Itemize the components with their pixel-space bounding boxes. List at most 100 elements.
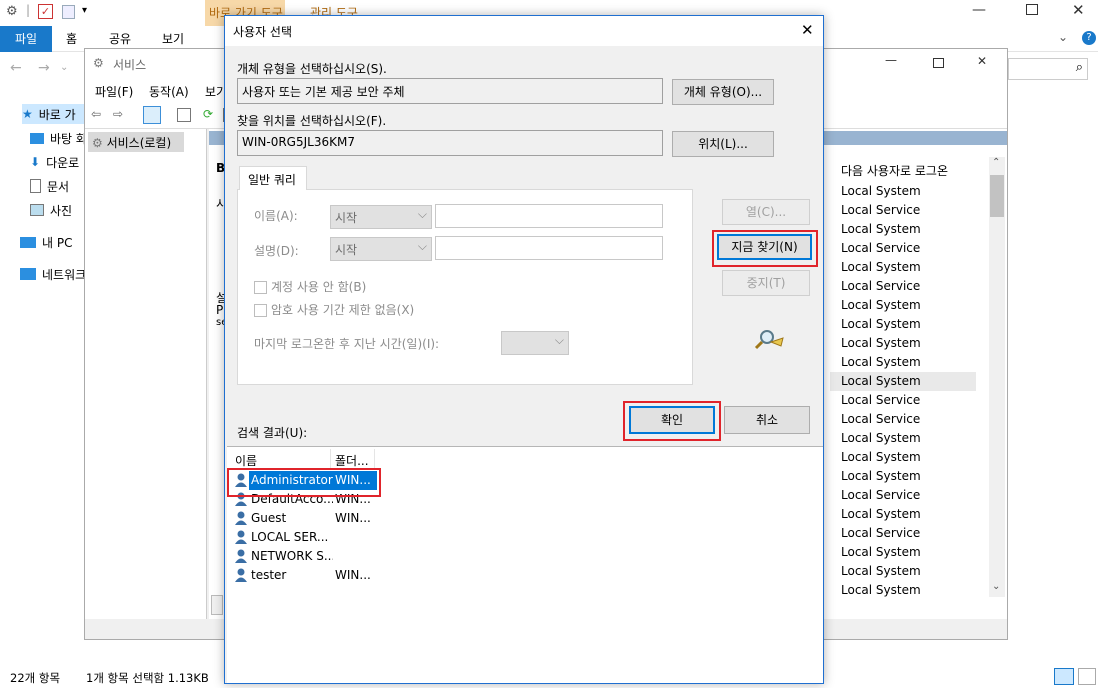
nav-quick-access[interactable]: ★ 바로 가 xyxy=(22,104,84,124)
vertical-scrollbar[interactable]: ⌃ ⌄ xyxy=(989,157,1005,597)
recent-dropdown-icon[interactable]: ⌄ xyxy=(60,62,68,73)
logon-cell[interactable]: Local Service xyxy=(830,277,976,296)
nav-pictures[interactable]: 사진 xyxy=(30,200,72,220)
logon-cell[interactable]: Local System xyxy=(830,182,976,201)
back-arrow-icon[interactable]: ← xyxy=(10,60,22,76)
logon-cell[interactable]: Local System xyxy=(830,467,976,486)
stop-button[interactable]: 중지(T) xyxy=(722,270,810,296)
ok-button[interactable]: 확인 xyxy=(629,406,715,434)
result-row[interactable]: Guest WIN... xyxy=(233,509,377,528)
result-row[interactable]: NETWORK S... xyxy=(233,547,377,566)
logon-cell[interactable]: Local Service xyxy=(830,391,976,410)
logon-cell[interactable]: Local System xyxy=(830,543,976,562)
group-user-icon xyxy=(233,529,249,545)
logon-cell[interactable]: Local System xyxy=(830,315,976,334)
desktop-icon xyxy=(30,132,44,144)
result-row[interactable]: tester WIN... xyxy=(233,566,377,585)
non-expiring-password-checkbox[interactable]: 암호 사용 기간 제한 없음(X) xyxy=(254,301,414,318)
logon-cell[interactable]: Local System xyxy=(830,296,976,315)
forward-arrow-icon[interactable]: → xyxy=(38,60,50,76)
logon-cell[interactable]: Local System xyxy=(830,334,976,353)
results-header-folder[interactable]: 폴더... xyxy=(331,449,375,469)
nav-documents[interactable]: 문서 xyxy=(30,176,69,196)
help-icon[interactable]: ? xyxy=(1082,31,1096,45)
result-folder: WIN... xyxy=(335,568,371,582)
logon-cell[interactable]: Local System xyxy=(830,581,976,600)
menu-file[interactable]: 파일(F) xyxy=(95,83,133,100)
location-label: 찾을 위치를 선택하십시오(F). xyxy=(237,114,387,128)
nav-network[interactable]: 네트워크 xyxy=(20,264,86,284)
nav-label: 바탕 화 xyxy=(50,131,87,146)
dialog-titlebar: 사용자 선택 ✕ xyxy=(225,16,823,46)
logon-cell[interactable]: Local System xyxy=(830,505,976,524)
new-folder-icon[interactable] xyxy=(62,5,75,19)
properties-icon[interactable]: ⚙ xyxy=(6,4,22,20)
logon-cell[interactable]: Local System xyxy=(830,448,976,467)
tiles-view-icon[interactable] xyxy=(1078,668,1096,685)
star-icon: ★ xyxy=(22,107,33,121)
checkbox-label: 암호 사용 기간 제한 없음(X) xyxy=(271,303,415,317)
nav-downloads[interactable]: ⬇ 다운로 xyxy=(30,152,79,172)
scroll-up-icon[interactable]: ⌃ xyxy=(992,157,1000,168)
columns-button[interactable]: 열(C)... xyxy=(722,199,810,225)
name-input[interactable] xyxy=(435,204,663,228)
refresh-icon[interactable]: ⟳ xyxy=(203,107,213,121)
logon-cell[interactable]: Local Service xyxy=(830,201,976,220)
logon-cell[interactable]: Local System xyxy=(830,353,976,372)
result-row[interactable]: LOCAL SER... xyxy=(233,528,377,547)
tab-common-queries[interactable]: 일반 쿼리 xyxy=(239,166,307,190)
nav-this-pc[interactable]: 내 PC xyxy=(20,232,72,252)
nav-label: 바로 가 xyxy=(38,107,76,122)
close-button[interactable]: ✕ xyxy=(1072,1,1085,19)
find-now-button[interactable]: 지금 찾기(N) xyxy=(717,234,812,260)
maximize-button[interactable] xyxy=(1026,4,1038,15)
cancel-button[interactable]: 취소 xyxy=(724,406,810,434)
results-header-name[interactable]: 이름 xyxy=(231,449,331,469)
result-name: tester xyxy=(251,568,287,582)
back-icon[interactable]: ⇦ xyxy=(91,107,101,121)
column-header-logon-as[interactable]: 다음 사용자로 로그온 xyxy=(830,158,990,182)
checkmark-icon[interactable]: ✓ xyxy=(38,4,53,19)
minimize-button[interactable]: — xyxy=(972,2,986,18)
ribbon-expand-icon[interactable]: ⌄ xyxy=(1058,30,1068,44)
menu-action[interactable]: 동작(A) xyxy=(149,83,189,100)
bottom-tab[interactable] xyxy=(211,595,223,615)
logon-cell[interactable]: Local System xyxy=(830,372,976,391)
disabled-accounts-checkbox[interactable]: 계정 사용 안 함(B) xyxy=(254,278,366,295)
search-box[interactable]: ⌕ xyxy=(1008,58,1088,80)
console-tree-icon[interactable] xyxy=(143,106,161,124)
logon-cell[interactable]: Local Service xyxy=(830,524,976,543)
nav-desktop[interactable]: 바탕 화 xyxy=(30,128,87,148)
forward-icon[interactable]: ⇨ xyxy=(113,107,123,121)
tab-file[interactable]: 파일 xyxy=(0,26,52,52)
search-results-label: 검색 결과(U): xyxy=(237,426,308,440)
common-queries-panel: 이름(A): 시작 설명(D): 시작 계정 사용 안 함(B) 암호 사용 기… xyxy=(237,189,693,385)
logon-cell[interactable]: Local Service xyxy=(830,410,976,429)
logon-cell[interactable]: Local System xyxy=(830,429,976,448)
logon-cell[interactable]: Local System xyxy=(830,220,976,239)
tree-item-services-local[interactable]: ⚙ 서비스(로컬) xyxy=(88,132,184,152)
scroll-thumb[interactable] xyxy=(990,175,1004,217)
details-view-icon[interactable] xyxy=(1054,668,1074,685)
last-logon-combo[interactable] xyxy=(501,331,569,355)
item-count: 22개 항목 xyxy=(10,671,61,685)
services-close-button[interactable]: ✕ xyxy=(977,54,987,68)
description-input[interactable] xyxy=(435,236,663,260)
properties-icon[interactable] xyxy=(177,108,191,122)
name-match-combo: 시작 xyxy=(330,205,432,229)
object-types-button[interactable]: 개체 유형(O)... xyxy=(672,79,774,105)
logon-cell[interactable]: Local System xyxy=(830,562,976,581)
result-folder xyxy=(333,547,377,566)
logon-cell[interactable]: Local Service xyxy=(830,239,976,258)
services-minimize-button[interactable]: — xyxy=(885,53,897,67)
dropdown-icon[interactable]: ▾ xyxy=(82,5,87,16)
scroll-down-icon[interactable]: ⌄ xyxy=(992,581,1000,592)
logon-cell[interactable]: Local System xyxy=(830,258,976,277)
services-maximize-button[interactable] xyxy=(933,58,944,68)
dialog-close-button[interactable]: ✕ xyxy=(801,21,814,39)
network-icon xyxy=(20,268,36,280)
description-label: 설명(D): xyxy=(254,244,299,258)
locations-button[interactable]: 위치(L)... xyxy=(672,131,774,157)
pictures-icon xyxy=(30,204,44,216)
logon-cell[interactable]: Local Service xyxy=(830,486,976,505)
